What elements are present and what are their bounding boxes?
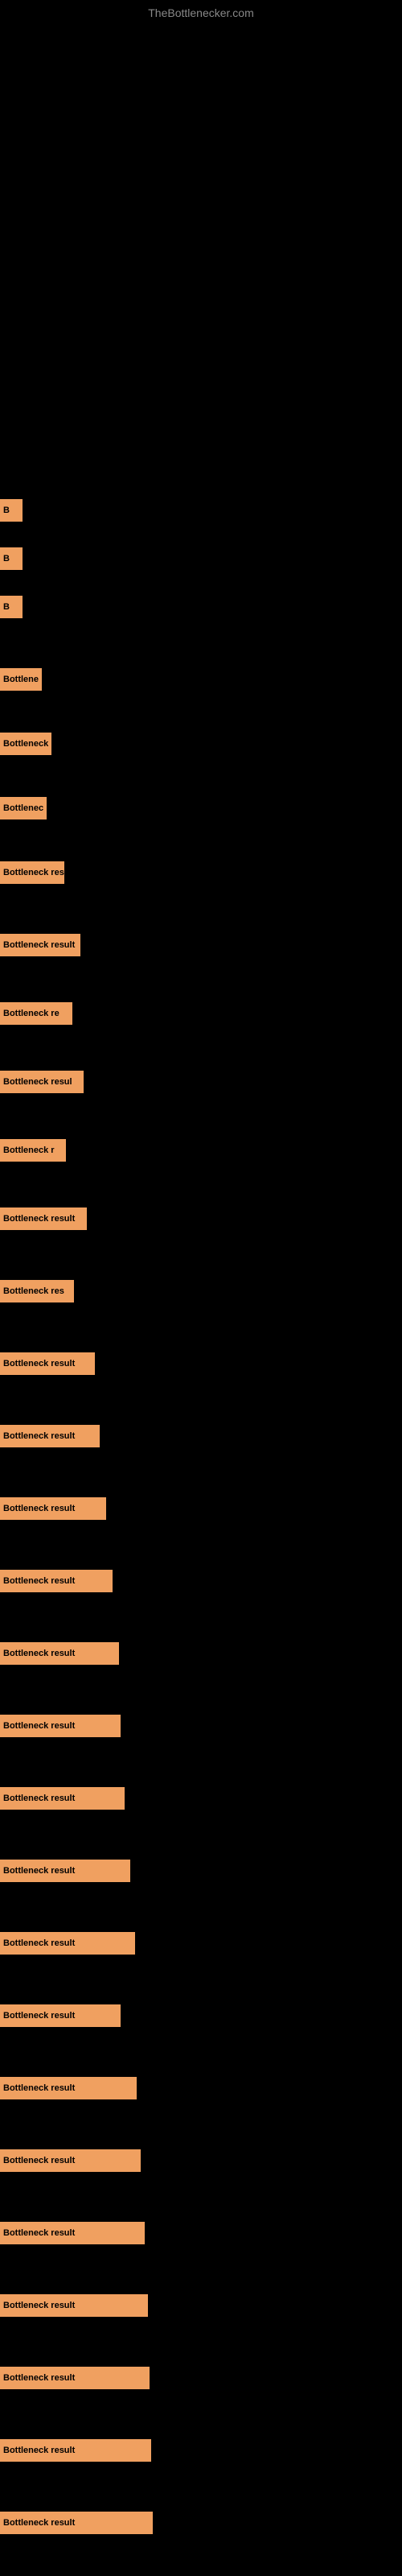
bar-item: Bottleneck res [0,861,64,884]
bottleneck-result-bar: Bottleneck result [0,1352,95,1375]
bar-item: Bottleneck result [0,2222,145,2244]
bar-item: Bottleneck resul [0,1071,84,1093]
bottleneck-result-bar: Bottleneck result [0,2004,121,2027]
site-title: TheBottlenecker.com [148,6,254,19]
bottleneck-result-bar: Bottleneck result [0,2512,153,2534]
bar-item: Bottleneck r [0,733,51,755]
bottleneck-result-bar: Bottleneck result [0,2077,137,2099]
bar-item: Bottleneck result [0,1715,121,1737]
bar-item: Bottleneck result [0,1570,113,1592]
bottleneck-result-bar: Bottleneck res [0,1280,74,1302]
bar-item: Bottleneck result [0,2294,148,2317]
bar-item: Bottleneck result [0,1497,106,1520]
bar-item: Bottleneck result [0,2004,121,2027]
bar-item: Bottleneck result [0,1860,130,1882]
bottleneck-result-bar: Bottleneck r [0,1139,66,1162]
bottleneck-result-bar: Bottleneck result [0,2294,148,2317]
bottleneck-result-bar: Bottleneck result [0,1787,125,1810]
bar-item: Bottlenec [0,797,47,819]
bar-item: Bottleneck result [0,1932,135,1955]
bar-item: Bottleneck re [0,1002,72,1025]
bottleneck-result-bar: Bottleneck result [0,2439,151,2462]
bar-item: Bottleneck result [0,2512,153,2534]
bar-item: Bottleneck r [0,1139,66,1162]
bottleneck-result-bar: Bottleneck result [0,1425,100,1447]
bottleneck-result-bar: Bottleneck result [0,1208,87,1230]
bottleneck-result-bar: Bottleneck re [0,1002,72,1025]
bottleneck-result-bar: Bottleneck result [0,1932,135,1955]
bar-item: Bottleneck res [0,1280,74,1302]
bar-item: Bottleneck result [0,2149,141,2172]
bar-item: B [0,547,23,570]
bar-item: Bottleneck result [0,1787,125,1810]
bar-item: Bottleneck result [0,2077,137,2099]
bottleneck-result-bar: Bottlene [0,668,42,691]
bar-item: Bottleneck result [0,2439,151,2462]
bottleneck-result-bar: B [0,547,23,570]
bottleneck-result-bar: Bottleneck result [0,2367,150,2389]
bottleneck-result-bar: Bottleneck result [0,1642,119,1665]
bottleneck-result-bar: B [0,596,23,618]
bottleneck-result-bar: B [0,499,23,522]
bar-item: B [0,596,23,618]
bottleneck-result-bar: Bottleneck resul [0,1071,84,1093]
bottleneck-result-bar: Bottleneck result [0,1570,113,1592]
bottleneck-result-bar: Bottleneck r [0,733,51,755]
bottleneck-result-bar: Bottleneck result [0,1497,106,1520]
bottleneck-result-bar: Bottleneck result [0,934,80,956]
bottleneck-result-bar: Bottleneck result [0,2149,141,2172]
bar-item: Bottleneck result [0,1352,95,1375]
bar-item: Bottleneck result [0,1425,100,1447]
bottleneck-result-bar: Bottlenec [0,797,47,819]
bottleneck-result-bar: Bottleneck res [0,861,64,884]
bar-item: Bottlene [0,668,42,691]
bottleneck-result-bar: Bottleneck result [0,2222,145,2244]
bar-item: Bottleneck result [0,934,80,956]
bar-item: Bottleneck result [0,2367,150,2389]
bottleneck-result-bar: Bottleneck result [0,1715,121,1737]
bar-item: Bottleneck result [0,1642,119,1665]
bar-item: Bottleneck result [0,1208,87,1230]
bar-item: B [0,499,23,522]
bottleneck-result-bar: Bottleneck result [0,1860,130,1882]
